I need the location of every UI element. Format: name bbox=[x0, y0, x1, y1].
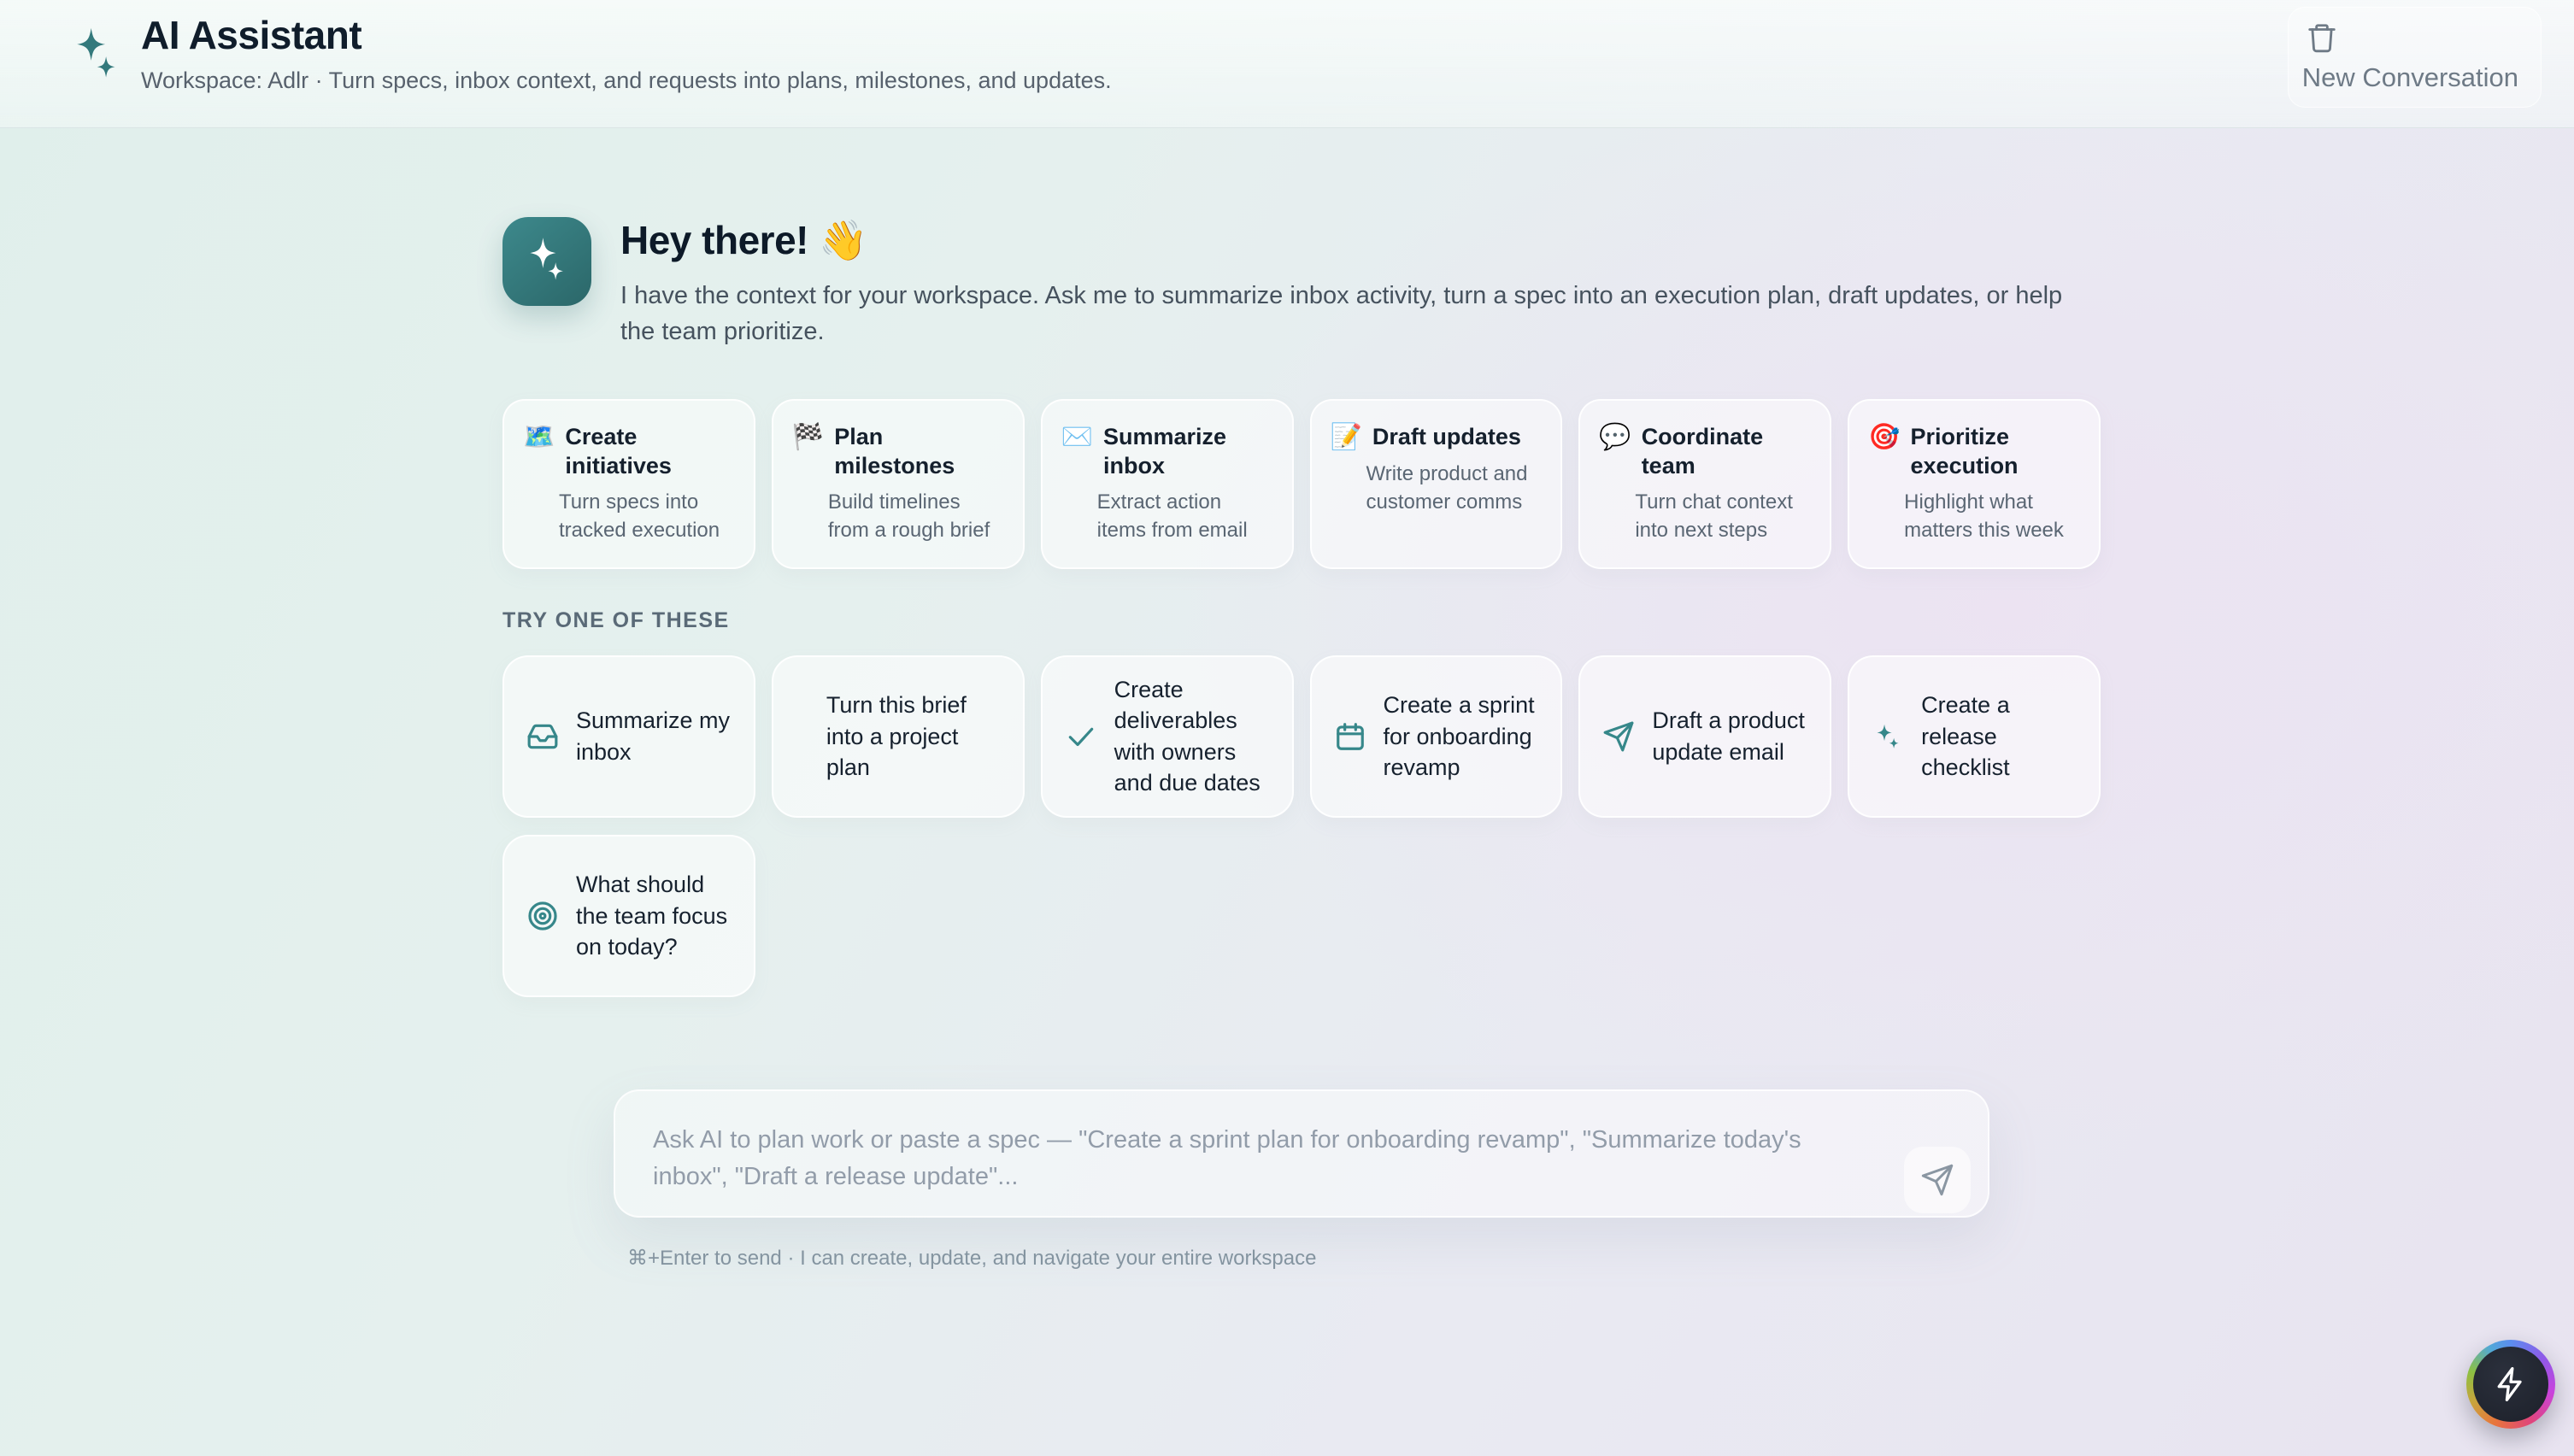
capability-title: Coordinate team bbox=[1642, 423, 1811, 481]
page-subtitle: Workspace: Adlr · Turn specs, inbox cont… bbox=[141, 68, 1112, 94]
capability-description: Turn chat context into next steps bbox=[1635, 488, 1811, 545]
capability-cards: 🗺️ Create initiatives Turn specs into tr… bbox=[502, 399, 2101, 569]
capability-title: Draft updates bbox=[1372, 423, 1521, 452]
capability-description: Build timelines from a rough brief bbox=[828, 488, 1004, 545]
message-input[interactable] bbox=[614, 1089, 1989, 1218]
page-title: AI Assistant bbox=[141, 14, 1112, 57]
capability-description: Extract action items from email bbox=[1097, 488, 1273, 545]
check-icon bbox=[1065, 720, 1097, 753]
hero-greeting: Hey there! 👋 bbox=[620, 217, 2099, 264]
send-button[interactable] bbox=[1904, 1147, 1971, 1213]
lightning-bolt-icon bbox=[2492, 1365, 2530, 1403]
capability-card-plan-milestones[interactable]: 🏁 Plan milestones Build timelines from a… bbox=[772, 399, 1025, 569]
new-conversation-button[interactable]: New Conversation bbox=[2288, 7, 2542, 108]
capability-title: Create initiatives bbox=[565, 423, 734, 481]
flag-emoji-icon: 🏁 bbox=[792, 423, 824, 453]
speech-emoji-icon: 💬 bbox=[1599, 423, 1631, 453]
capability-description: Highlight what matters this week bbox=[1904, 488, 2080, 545]
suggestion-label: Create a release checklist bbox=[1921, 690, 2077, 783]
capability-card-summarize-inbox[interactable]: ✉️ Summarize inbox Extract action items … bbox=[1041, 399, 1294, 569]
sparkles-icon bbox=[1872, 720, 1904, 753]
trash-icon bbox=[2306, 20, 2338, 56]
capability-card-prioritize-execution[interactable]: 🎯 Prioritize execution Highlight what ma… bbox=[1848, 399, 2101, 569]
send-icon bbox=[1602, 720, 1635, 753]
capability-title: Prioritize execution bbox=[1911, 423, 2080, 481]
assistant-main: Hey there! 👋 I have the context for your… bbox=[502, 128, 2101, 1271]
assistant-fab-button[interactable] bbox=[2466, 1340, 2555, 1429]
target-icon bbox=[526, 900, 559, 932]
suggestion-release-checklist[interactable]: Create a release checklist bbox=[1848, 655, 2101, 818]
suggestion-summarize-my-inbox[interactable]: Summarize my inbox bbox=[502, 655, 755, 818]
inbox-icon bbox=[526, 720, 559, 753]
hero-section: Hey there! 👋 I have the context for your… bbox=[502, 217, 2101, 349]
memo-emoji-icon: 📝 bbox=[1331, 423, 1362, 453]
capability-card-draft-updates[interactable]: 📝 Draft updates Write product and custom… bbox=[1310, 399, 1563, 569]
suggestion-create-sprint[interactable]: Create a sprint for onboarding revamp bbox=[1310, 655, 1563, 818]
capability-description: Write product and customer comms bbox=[1366, 460, 1543, 517]
capability-description: Turn specs into tracked execution bbox=[559, 488, 735, 545]
suggestion-turn-brief-into-plan[interactable]: Turn this brief into a project plan bbox=[772, 655, 1025, 818]
send-icon bbox=[1920, 1163, 1954, 1197]
suggestion-label: Create deliverables with owners and due … bbox=[1114, 674, 1270, 799]
wave-emoji: 👋 bbox=[819, 218, 867, 262]
suggestion-draft-update-email[interactable]: Draft a product update email bbox=[1578, 655, 1831, 818]
suggestion-cards: Summarize my inbox Turn this brief into … bbox=[502, 655, 2101, 997]
fab-inner-circle bbox=[2473, 1347, 2548, 1422]
map-emoji-icon: 🗺️ bbox=[523, 423, 555, 453]
calendar-icon bbox=[1334, 720, 1366, 753]
app-header: AI Assistant Workspace: Adlr · Turn spec… bbox=[0, 0, 2574, 128]
suggestion-label: Turn this brief into a project plan bbox=[826, 690, 1001, 783]
new-conversation-label: New Conversation bbox=[2302, 62, 2518, 93]
composer: ⌘+Enter to send · I can create, update, … bbox=[614, 1089, 1989, 1271]
suggestion-team-focus-today[interactable]: What should the team focus on today? bbox=[502, 835, 755, 997]
composer-hint: ⌘+Enter to send · I can create, update, … bbox=[627, 1246, 1989, 1271]
capability-card-create-initiatives[interactable]: 🗺️ Create initiatives Turn specs into tr… bbox=[502, 399, 755, 569]
suggestion-label: Summarize my inbox bbox=[576, 705, 732, 767]
try-one-of-these-label: TRY ONE OF THESE bbox=[502, 608, 2101, 633]
capability-title: Plan milestones bbox=[834, 423, 1003, 481]
suggestion-label: Create a sprint for onboarding revamp bbox=[1384, 690, 1539, 783]
capability-title: Summarize inbox bbox=[1103, 423, 1272, 481]
suggestion-create-deliverables[interactable]: Create deliverables with owners and due … bbox=[1041, 655, 1294, 818]
assistant-avatar bbox=[502, 217, 591, 306]
ai-sparkles-icon bbox=[64, 19, 129, 108]
target-emoji-icon: 🎯 bbox=[1868, 423, 1900, 453]
sparkles-icon bbox=[523, 236, 571, 287]
suggestion-label: What should the team focus on today? bbox=[576, 869, 732, 962]
suggestion-label: Draft a product update email bbox=[1652, 705, 1807, 767]
envelope-emoji-icon: ✉️ bbox=[1061, 423, 1093, 453]
hero-description: I have the context for your workspace. A… bbox=[620, 278, 2099, 349]
capability-card-coordinate-team[interactable]: 💬 Coordinate team Turn chat context into… bbox=[1578, 399, 1831, 569]
